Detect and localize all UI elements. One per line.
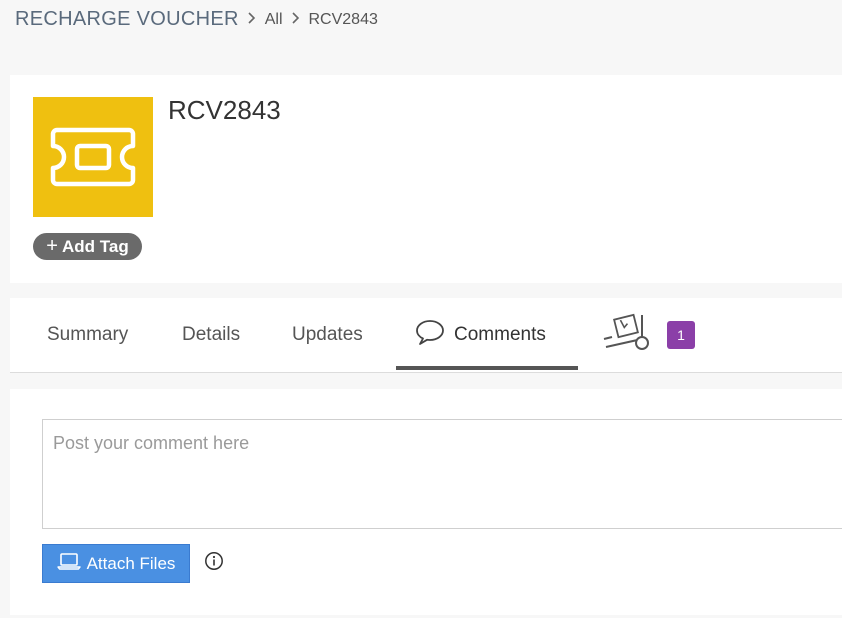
tab-details[interactable]: Details — [182, 298, 240, 372]
tab-summary[interactable]: Summary — [47, 298, 128, 372]
tab-comments-label: Comments — [454, 324, 546, 345]
info-icon[interactable] — [204, 551, 224, 571]
comment-input[interactable] — [42, 419, 842, 529]
comments-panel: Attach Files — [10, 389, 842, 615]
laptop-icon — [56, 552, 81, 575]
add-tag-label: Add Tag — [61, 236, 129, 256]
breadcrumb-module[interactable]: RECHARGE VOUCHER — [15, 8, 239, 31]
breadcrumb-item-current: RCV2843 — [308, 10, 378, 28]
tab-bar: Summary Details Updates Comments 1 — [10, 298, 842, 373]
tab-updates-label: Updates — [292, 324, 363, 345]
tab-logistics[interactable]: 1 — [602, 298, 695, 372]
breadcrumb-chevron-icon — [247, 10, 257, 29]
add-tag-button[interactable]: + Add Tag — [33, 233, 142, 260]
breadcrumb-chevron-icon — [291, 10, 301, 29]
attach-files-button[interactable]: Attach Files — [42, 544, 190, 583]
breadcrumb: RECHARGE VOUCHER All RCV2843 — [15, 8, 378, 31]
notification-badge: 1 — [667, 321, 695, 349]
record-header: RCV2843 + Add Tag — [10, 75, 842, 283]
voucher-ticket-icon — [33, 97, 153, 217]
tab-details-label: Details — [182, 324, 241, 345]
attach-files-label: Attach Files — [86, 553, 176, 573]
tab-summary-label: Summary — [47, 324, 129, 345]
breadcrumb-item-all[interactable]: All — [265, 11, 283, 29]
active-tab-indicator — [396, 366, 578, 370]
tab-updates[interactable]: Updates — [292, 298, 363, 372]
plus-icon: + — [46, 234, 58, 257]
tab-comments[interactable]: Comments — [415, 298, 546, 372]
hand-truck-icon — [602, 313, 654, 357]
record-title: RCV2843 — [168, 95, 281, 125]
speech-bubble-icon — [415, 318, 445, 352]
